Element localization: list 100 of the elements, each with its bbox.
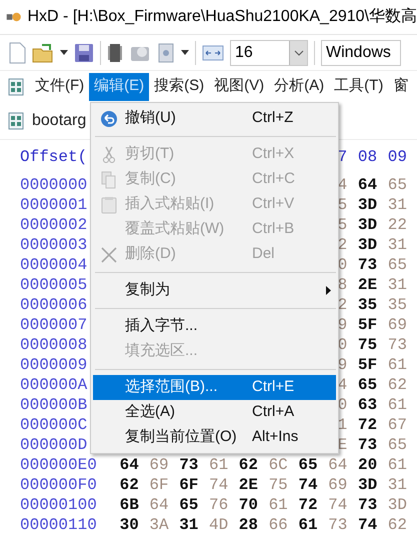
bytes-per-row-combo[interactable]: 16 bbox=[230, 40, 308, 66]
offset-cell: 000000A bbox=[20, 376, 88, 394]
menu-item[interactable]: 复制为 bbox=[93, 278, 336, 303]
hex-cell-text: 31 bbox=[388, 475, 407, 496]
hex-cell-text: 67 bbox=[388, 415, 407, 436]
clipboard-icon bbox=[101, 196, 117, 214]
hex-cell-text: 64 bbox=[358, 175, 378, 196]
hex-cell-text: 3D bbox=[358, 195, 378, 216]
menu-bar-item[interactable]: 视图(V) bbox=[209, 72, 270, 100]
column-header: 7 bbox=[338, 147, 348, 168]
hex-cell-text: 65 bbox=[179, 495, 198, 516]
offset-cell: 00000110 bbox=[20, 516, 97, 534]
hex-cell-text: 3A bbox=[149, 515, 169, 536]
menu-item[interactable]: 撤销(U) Ctrl+Z bbox=[93, 106, 336, 131]
offset-cell: 0000003 bbox=[20, 236, 88, 254]
hex-cell-text: 72 bbox=[358, 415, 378, 436]
menu-item[interactable]: 全选(A) Ctrl+A bbox=[93, 400, 336, 425]
offset-cell: 0000005 bbox=[20, 276, 88, 294]
hex-cell-text: 73 bbox=[358, 495, 378, 516]
caret-icon[interactable] bbox=[181, 50, 189, 55]
hex-cell-text: 8 bbox=[338, 275, 348, 296]
column-header: 08 bbox=[358, 147, 378, 168]
chip-icon[interactable] bbox=[107, 42, 123, 62]
menu-bar-item[interactable]: 工具(T) bbox=[329, 72, 388, 100]
hex-cell-text: 4D bbox=[208, 515, 228, 536]
hex-cell-text: 5F bbox=[358, 315, 378, 336]
hex-cell-text: 74 bbox=[358, 515, 378, 536]
hex-cell-text: 72 bbox=[298, 495, 318, 516]
hex-cell-text: 69 bbox=[328, 475, 348, 496]
hex-cell-text: 76 bbox=[208, 495, 228, 516]
hex-cell-text: 73 bbox=[179, 455, 198, 476]
hex-cell-text: 6F bbox=[179, 475, 198, 496]
menu-bar-item[interactable]: 分析(A) bbox=[269, 72, 330, 100]
hex-cell-text: 22 bbox=[388, 215, 407, 236]
hex-cell-text: 9 bbox=[338, 315, 348, 336]
hex-cell-text: 62 bbox=[238, 455, 258, 476]
hex-cell-text: 69 bbox=[388, 315, 407, 336]
hex-cell-text: 2 bbox=[338, 235, 348, 256]
menu-bar-item[interactable]: 编辑(E) bbox=[89, 72, 150, 100]
hex-cell-text: 6F bbox=[149, 475, 169, 496]
offset-cell: 00000100 bbox=[20, 496, 97, 514]
offset-cell: 000000F0 bbox=[20, 476, 97, 494]
menu-item[interactable]: 复制当前位置(O) Alt+Ins bbox=[93, 425, 336, 450]
hex-cell-text: 3D bbox=[358, 475, 378, 496]
offset-cell: 0000000 bbox=[20, 176, 88, 194]
file-tab[interactable]: bootarg bbox=[32, 108, 86, 132]
hex-cell-text: 64 bbox=[328, 455, 348, 476]
encoding-combo[interactable]: Windows bbox=[321, 40, 401, 66]
file-icon bbox=[8, 112, 24, 130]
hex-cell-text: 73 bbox=[388, 335, 407, 356]
document-icon[interactable] bbox=[157, 42, 175, 62]
hex-cell-text: 31 bbox=[388, 275, 407, 296]
hex-cell-text: 35 bbox=[388, 295, 407, 316]
offset-cell: 0000006 bbox=[20, 296, 88, 314]
hex-cell-text: 2E bbox=[358, 275, 378, 296]
undo-icon bbox=[100, 110, 118, 128]
offset-cell: 0000001 bbox=[20, 196, 88, 214]
menu-bar-item[interactable]: 搜索(S) bbox=[149, 72, 210, 100]
close-icon bbox=[100, 246, 118, 264]
hex-cell-text: 61 bbox=[208, 455, 228, 476]
bytes-per-row-value: 16 bbox=[234, 42, 254, 62]
submenu-arrow-icon bbox=[326, 286, 330, 295]
hex-cell-text: 62 bbox=[388, 375, 407, 396]
hex-cell-text: 64 bbox=[120, 455, 139, 476]
hex-cell-text: 61 bbox=[388, 395, 407, 416]
hex-cell-text: 4 bbox=[338, 175, 348, 196]
hex-cell-text: 31 bbox=[388, 195, 407, 216]
offset-cell: 000000E0 bbox=[20, 456, 97, 474]
hex-cell-text: 61 bbox=[268, 495, 288, 516]
menu-item[interactable]: 选择范围(B)... Ctrl+E bbox=[93, 375, 336, 400]
hex-cell-text: 5 bbox=[338, 215, 348, 236]
hex-cell-text: 61 bbox=[388, 355, 407, 376]
menu-bar-item[interactable]: 窗 bbox=[388, 72, 414, 100]
hex-cell-text: 28 bbox=[238, 515, 258, 536]
menu-item[interactable]: 插入字节... bbox=[93, 314, 336, 339]
hex-cell-text: 1 bbox=[338, 415, 348, 436]
offset-cell: 0000008 bbox=[20, 336, 88, 354]
hex-cell-text: 69 bbox=[149, 455, 169, 476]
caret-icon[interactable] bbox=[60, 50, 68, 55]
encoding-value: Windows bbox=[325, 42, 391, 62]
open-folder-icon[interactable] bbox=[32, 42, 54, 62]
hex-cell-text: 65 bbox=[388, 175, 407, 196]
hex-cell-text: 65 bbox=[298, 455, 318, 476]
hex-cell-text: 62 bbox=[388, 515, 407, 536]
arrows-icon[interactable] bbox=[202, 44, 224, 60]
offset-cell: 000000B bbox=[20, 396, 88, 414]
menu-bar-item[interactable]: 文件(F) bbox=[30, 72, 90, 100]
hex-cell-text: 75 bbox=[268, 475, 288, 496]
hex-cell-text: 4 bbox=[338, 375, 348, 396]
hex-cell-text: 65 bbox=[358, 375, 378, 396]
hex-cell-text: 74 bbox=[208, 475, 228, 496]
hex-cell-text: 73 bbox=[328, 515, 348, 536]
offset-cell: 0000002 bbox=[20, 216, 88, 234]
hex-cell-text: 62 bbox=[120, 475, 139, 496]
hex-cell-text: E bbox=[338, 435, 348, 456]
hex-cell-text: 35 bbox=[358, 295, 378, 316]
hex-cell-text: 31 bbox=[179, 515, 198, 536]
hex-cell-text: 61 bbox=[388, 455, 407, 476]
hex-cell-text: 0 bbox=[338, 335, 348, 356]
hex-cell-text: 31 bbox=[388, 235, 407, 256]
